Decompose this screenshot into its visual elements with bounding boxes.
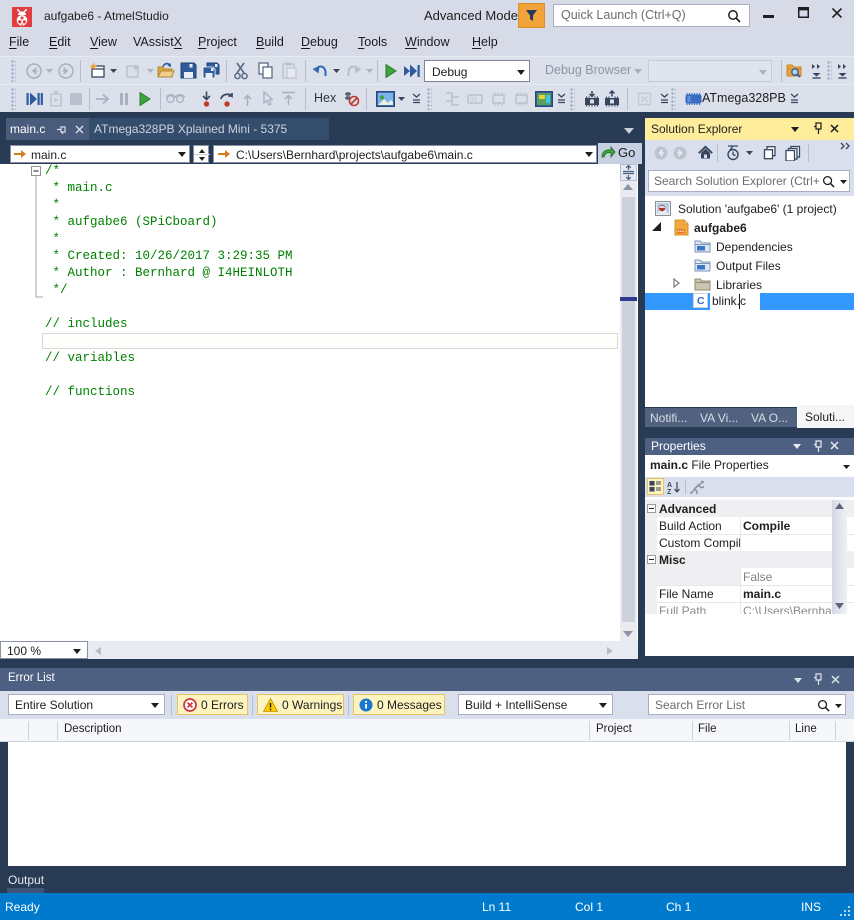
svg-text:0X: 0X <box>470 98 477 104</box>
svg-text:A: A <box>667 482 672 489</box>
svg-text:Z: Z <box>667 489 672 495</box>
